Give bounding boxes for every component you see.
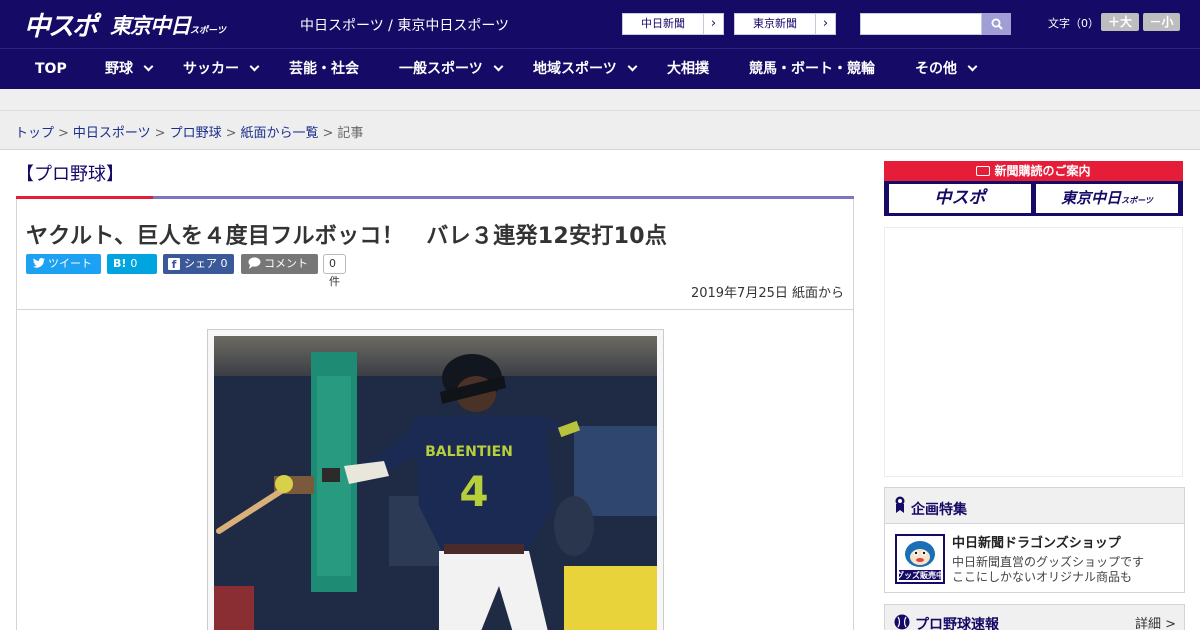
tokyo-shimbun-label: 東京新聞	[753, 17, 797, 30]
hatena-count: 0	[130, 257, 138, 270]
ad-slot[interactable]	[884, 227, 1183, 477]
breadcrumb-separator: >	[225, 126, 237, 141]
chevron-down-icon	[493, 61, 504, 72]
article-divider	[16, 309, 854, 310]
subscribe-tokyo-sub: スポーツ	[1121, 196, 1153, 205]
breadcrumb: トップ > 中日スポーツ > プロ野球 > 紙面から一覧 > 記事	[15, 122, 363, 141]
nav-label: TOP	[35, 61, 67, 77]
category-title: 【プロ野球】	[16, 164, 124, 185]
tokyo-chunichi-logo[interactable]: 東京中日スポーツ	[110, 10, 226, 40]
breadcrumb-link[interactable]: 中日スポーツ	[73, 126, 151, 141]
jersey-name: BALENTIEN	[425, 444, 513, 460]
site-links[interactable]: 中日スポーツ / 東京中日スポーツ	[300, 15, 509, 35]
font-size-label: 文字（0）	[1048, 17, 1099, 30]
breadcrumb-separator: >	[154, 126, 166, 141]
nav-item-general-sports[interactable]: 一般スポーツ	[399, 49, 504, 90]
nav-label: 芸能・社会	[289, 61, 359, 77]
facebook-share-label: シェア 0	[184, 257, 228, 270]
facebook-icon: f	[168, 258, 180, 271]
feature-item-desc: ここにしかないオリジナル商品も	[952, 570, 1133, 584]
article-photo[interactable]: BALENTIEN 4	[214, 336, 657, 630]
nav-item-soccer[interactable]: サッカー	[183, 49, 260, 90]
comment-label: コメント	[264, 257, 308, 270]
chevron-right-icon: ›	[703, 14, 723, 34]
search-input[interactable]	[860, 13, 982, 35]
jersey-number: 4	[459, 467, 488, 516]
hatena-bookmark-button[interactable]: B! 0	[107, 254, 157, 274]
article-headline: ヤクルト、巨人を４度目フルボッコ！ バレ３連発12安打10点	[26, 224, 668, 249]
ribbon-icon	[895, 496, 905, 513]
tweet-label: ツイート	[48, 257, 92, 270]
nav-item-regional-sports[interactable]: 地域スポーツ	[533, 49, 638, 90]
twitter-icon	[33, 258, 45, 268]
chevron-down-icon	[249, 61, 260, 72]
nav-item-entertainment[interactable]: 芸能・社会	[289, 49, 359, 90]
subscribe-tokyo-button[interactable]: 東京中日スポーツ	[1036, 184, 1178, 213]
font-increase-button[interactable]: ＋大	[1101, 13, 1139, 31]
batter-photo: BALENTIEN 4	[214, 336, 657, 630]
spacer-band	[0, 89, 1200, 111]
tokyo-logo-sub: スポーツ	[190, 26, 226, 36]
nav-label: サッカー	[183, 61, 239, 77]
article-date: 2019年7月25日 紙面から	[690, 286, 844, 301]
nav-item-other[interactable]: その他	[915, 49, 978, 90]
live-scores-more-link[interactable]: 詳細 >	[1135, 613, 1176, 630]
mascot-icon: グッズ販売中	[896, 541, 944, 580]
breadcrumb-current: 記事	[337, 126, 364, 141]
chuspo-logo[interactable]: 中スポ	[24, 6, 98, 43]
baseball-icon	[894, 614, 910, 630]
nav-label: 大相撲	[667, 61, 709, 77]
chevron-down-icon	[143, 61, 154, 72]
breadcrumb-link[interactable]: プロ野球	[170, 126, 222, 141]
nav-label: 地域スポーツ	[533, 61, 617, 77]
feature-heading: 企画特集	[911, 502, 967, 518]
subscribe-tokyo-label: 東京中日	[1061, 189, 1122, 207]
comment-count: 0件	[323, 254, 346, 288]
nav-item-top[interactable]: TOP	[35, 49, 67, 90]
feature-section: 企画特集 グッズ販売中 中日新聞ドラゴンズショップ 中日新聞直営のグッズショップ…	[884, 487, 1185, 593]
live-scores-heading: プロ野球速報	[915, 617, 999, 630]
feature-item-title[interactable]: 中日新聞ドラゴンズショップ	[952, 532, 1121, 551]
live-scores-section: プロ野球速報 詳細 >	[884, 604, 1185, 630]
chunichi-shimbun-label: 中日新聞	[641, 17, 685, 30]
breadcrumb-separator: >	[322, 126, 334, 141]
dragons-shop-thumbnail[interactable]: グッズ販売中	[895, 534, 945, 584]
thumb-text: グッズ販売中	[897, 570, 943, 580]
subscription-title-text: 新聞購読のご案内	[994, 164, 1091, 178]
breadcrumb-link[interactable]: トップ	[15, 126, 54, 141]
breadcrumb-link[interactable]: 紙面から一覧	[241, 126, 319, 141]
subscription-banner[interactable]: 新聞購読のご案内 中スポ 東京中日スポーツ	[884, 161, 1183, 216]
tweet-button[interactable]: ツイート	[26, 254, 101, 274]
breadcrumb-separator: >	[58, 126, 69, 141]
chevron-right-icon: ›	[815, 14, 835, 34]
font-decrease-button[interactable]: －小	[1143, 13, 1180, 31]
hatena-icon: B!	[113, 257, 127, 270]
newspaper-icon	[976, 166, 991, 176]
nav-label: 一般スポーツ	[399, 61, 483, 77]
tokyo-logo-text: 東京中日	[110, 14, 191, 38]
nav-label: 野球	[105, 61, 133, 77]
chevron-down-icon	[967, 61, 978, 72]
nav-item-sumo[interactable]: 大相撲	[667, 49, 709, 90]
nav-item-baseball[interactable]: 野球	[105, 49, 154, 90]
search-icon	[991, 18, 1003, 30]
comment-button[interactable]: コメント	[241, 254, 318, 274]
nav-label: 競馬・ボート・競輪	[749, 61, 875, 77]
facebook-share-button[interactable]: f シェア 0	[163, 254, 234, 274]
main-nav: TOP 野球 サッカー 芸能・社会 一般スポーツ 地域スポーツ 大相撲 競馬・ボ…	[0, 48, 1200, 89]
breadcrumb-bar: トップ > 中日スポーツ > プロ野球 > 紙面から一覧 > 記事	[0, 111, 1200, 150]
speech-bubble-icon	[248, 257, 261, 269]
nav-item-racing[interactable]: 競馬・ボート・競輪	[749, 49, 875, 90]
site-header: 中スポ 東京中日スポーツ 中日スポーツ / 東京中日スポーツ 中日新聞 › 東京…	[0, 0, 1200, 48]
feature-header: 企画特集	[885, 488, 1184, 524]
subscription-title: 新聞購読のご案内	[884, 161, 1183, 181]
nav-label: その他	[915, 61, 957, 77]
subscribe-chuspo-button[interactable]: 中スポ	[889, 184, 1031, 213]
chevron-down-icon	[627, 61, 638, 72]
tokyo-shimbun-button[interactable]: 東京新聞 ›	[734, 13, 836, 35]
chunichi-shimbun-button[interactable]: 中日新聞 ›	[622, 13, 724, 35]
search-button[interactable]	[982, 13, 1011, 35]
